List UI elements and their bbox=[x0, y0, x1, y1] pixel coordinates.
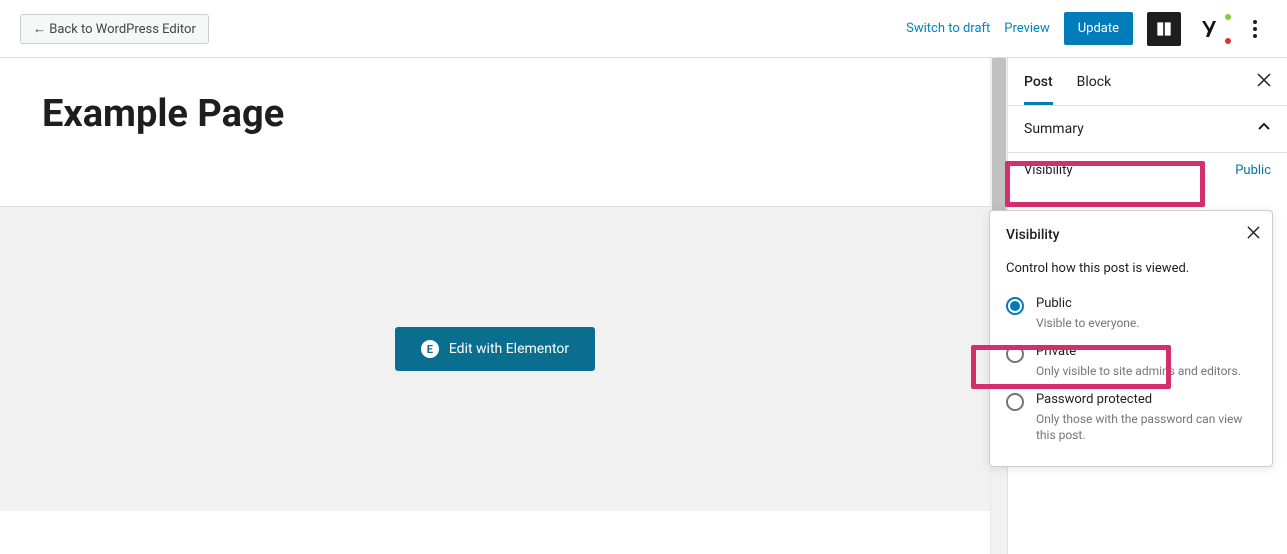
sidebar-tabs: Post Block bbox=[1008, 58, 1287, 106]
close-icon bbox=[1247, 226, 1260, 239]
back-to-editor-button[interactable]: ← Back to WordPress Editor bbox=[20, 14, 209, 44]
visibility-option-private[interactable]: Private Only visible to site admins and … bbox=[1006, 338, 1256, 386]
close-sidebar-button[interactable] bbox=[1257, 71, 1271, 92]
yoast-seo-button[interactable] bbox=[1195, 12, 1229, 46]
visibility-option-password[interactable]: Password protected Only those with the p… bbox=[1006, 386, 1256, 451]
option-description: Visible to everyone. bbox=[1036, 315, 1256, 332]
preview-button[interactable]: Preview bbox=[1004, 21, 1049, 36]
elementor-area: E Edit with Elementor bbox=[0, 206, 990, 511]
option-description: Only those with the password can view th… bbox=[1036, 411, 1256, 445]
chevron-up-icon bbox=[1257, 120, 1271, 138]
option-label: Private bbox=[1036, 344, 1256, 359]
visibility-popup-description: Control how this post is viewed. bbox=[1006, 261, 1256, 276]
visibility-popup-title: Visibility bbox=[1006, 227, 1256, 243]
visibility-label: Visibility bbox=[1024, 163, 1073, 178]
status-dot-red bbox=[1225, 38, 1231, 44]
visibility-value-link[interactable]: Public bbox=[1235, 163, 1271, 178]
radio-icon bbox=[1006, 345, 1024, 363]
page-title[interactable]: Example Page bbox=[0, 58, 990, 166]
summary-label: Summary bbox=[1024, 121, 1084, 137]
close-icon bbox=[1257, 73, 1271, 87]
visibility-option-public[interactable]: Public Visible to everyone. bbox=[1006, 290, 1256, 338]
status-dot-green bbox=[1225, 14, 1231, 20]
settings-sidebar: Post Block Summary Visibility Public Vis… bbox=[1007, 58, 1287, 554]
tab-block[interactable]: Block bbox=[1077, 60, 1112, 104]
radio-icon bbox=[1006, 393, 1024, 411]
visibility-row[interactable]: Visibility Public bbox=[1008, 153, 1287, 194]
kebab-icon bbox=[1253, 20, 1257, 38]
option-label: Password protected bbox=[1036, 392, 1256, 407]
yoast-icon bbox=[1200, 17, 1224, 41]
more-options-button[interactable] bbox=[1243, 12, 1267, 46]
sidebar-icon bbox=[1154, 19, 1174, 39]
summary-panel-header[interactable]: Summary bbox=[1008, 106, 1287, 153]
edit-with-elementor-label: Edit with Elementor bbox=[449, 341, 569, 357]
visibility-popup: Visibility Control how this post is view… bbox=[989, 210, 1273, 467]
tab-post[interactable]: Post bbox=[1024, 60, 1053, 104]
top-bar: ← Back to WordPress Editor Switch to dra… bbox=[0, 0, 1287, 58]
edit-with-elementor-button[interactable]: E Edit with Elementor bbox=[395, 327, 595, 371]
elementor-e-icon: E bbox=[421, 340, 439, 358]
update-button[interactable]: Update bbox=[1064, 12, 1133, 45]
option-description: Only visible to site admins and editors. bbox=[1036, 363, 1256, 380]
settings-panel-toggle[interactable] bbox=[1147, 12, 1181, 46]
switch-to-draft-button[interactable]: Switch to draft bbox=[906, 21, 990, 36]
visibility-popup-close[interactable] bbox=[1247, 223, 1260, 244]
option-label: Public bbox=[1036, 296, 1256, 311]
radio-icon bbox=[1006, 297, 1024, 315]
top-bar-actions: Switch to draft Preview Update bbox=[906, 12, 1267, 46]
editor-canvas: Example Page E Edit with Elementor bbox=[0, 58, 990, 554]
